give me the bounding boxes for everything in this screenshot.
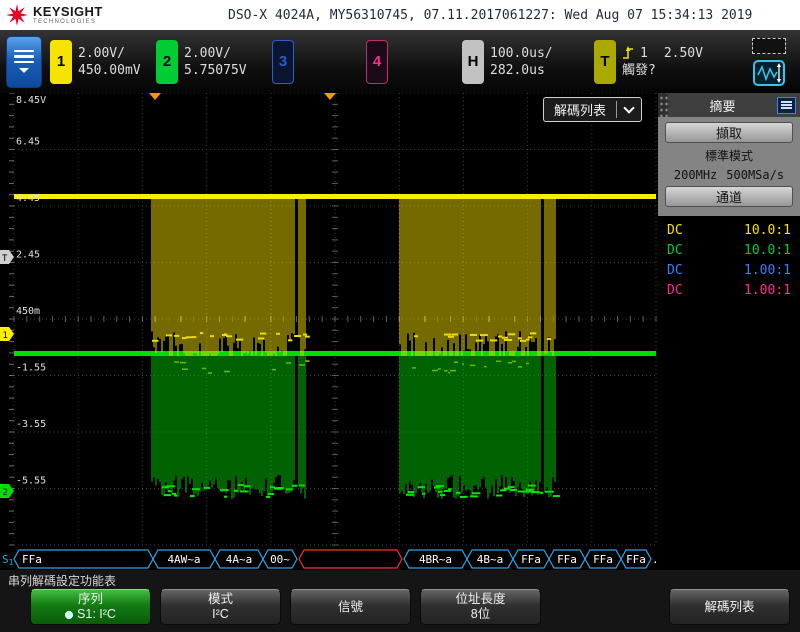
ch2-offset: 5.75075V [184,62,254,79]
axis-label: -5.55 [16,476,46,487]
wave-drag-tool-icon[interactable] [753,60,785,86]
decode-bus: FFa 4AW~a 4A~a 00~ 4BR~a 4B~a FFa FFa FFa FFa S1. [2,550,658,568]
axis-label: -1.55 [16,363,46,374]
brand-sub: TECHNOLOGIES [33,18,103,26]
svg-text:00~: 00~ [270,553,290,566]
serial-bus-label: S1 [2,553,14,567]
ch1-ground-marker: 1 [0,327,14,341]
waveform-display: 8.45V 6.45 4.45 2.45 450m -1.55 -3.55 -5.55 T 1 2 F… [0,93,658,570]
svg-text:FFa: FFa [626,553,646,566]
channel2-controls[interactable]: 2 2.00V/ 5.75075V [156,40,254,84]
sidebar-title: 摘要 [668,96,777,115]
waveform-plot[interactable]: 8.45V 6.45 4.45 2.45 450m -1.55 -3.55 -5.55 T 1 2 F… [0,93,658,570]
softkey-serial[interactable]: 序列 S1: I²C [30,589,151,625]
trigger-level-marker: T [0,250,14,264]
ch2-trace-baseline [14,351,656,356]
channel3-badge[interactable]: 3 [272,40,294,84]
trigger-slope-icon [622,46,634,60]
channel1-badge[interactable]: 1 [50,40,72,84]
svg-text:FFa: FFa [521,553,541,566]
trigger-status: 觸發? [622,62,703,79]
oscilloscope-screen: KEYSIGHT TECHNOLOGIES DSO-X 4024A, MY563… [0,0,800,632]
lister-icon[interactable] [777,97,796,114]
softkey-mode[interactable]: 模式 I²C [160,589,281,625]
channel4-badge[interactable]: 4 [366,40,388,84]
trigger-source: 1 [640,45,648,62]
menu-button[interactable] [6,36,42,88]
acquisition-mode: 標準模式 [665,147,793,164]
svg-text:FFa: FFa [557,553,577,566]
brand-name: KEYSIGHT [33,5,103,18]
horizontal-scale: 100.0us/ [490,45,560,62]
axis-label: 4.45 [16,193,40,204]
channel-summary-list: DC 10.0:1 DC 10.0:1 DC 1.00:1 DC 1.00:1 [658,216,800,570]
menu-title: 串列解碼設定功能表 [0,570,800,587]
sample-rate-value: 500MSa/s [726,168,784,182]
trigger-badge[interactable]: T [594,40,616,84]
touch-zone-icon[interactable] [752,38,786,54]
ch2-scale: 2.00V/ [184,45,254,62]
s1-radio-icon [65,611,73,619]
control-bar: 1 2.00V/ 450.00mV 2 2.00V/ 5.75075V 3 4 … [0,30,800,93]
graticule [9,93,656,545]
svg-text:4BR~a: 4BR~a [419,553,452,566]
axis-label: 8.45V [16,95,46,106]
ch2-ground-marker: 2 [0,484,14,498]
keysight-spark-icon [6,4,28,26]
horizontal-controls[interactable]: H 100.0us/ 282.0us [462,40,560,84]
trigger-level: 2.50V [664,45,703,62]
top-bar: KEYSIGHT TECHNOLOGIES DSO-X 4024A, MY563… [0,0,800,30]
svg-text:.: . [652,553,658,566]
bandwidth-value: 200MHz [674,168,717,182]
decode-list-button[interactable]: 解碼列表 [543,97,642,122]
drag-grip[interactable] [658,93,668,117]
axis-label: 2.45 [16,250,40,261]
channel4-summary-row: DC 1.00:1 [667,283,791,303]
trigger-controls[interactable]: T 1 2.50V 觸發? [594,40,703,84]
decode-list-label: 解碼列表 [554,100,606,119]
axis-label: 6.45 [16,137,40,148]
svg-text:4AW~a: 4AW~a [167,553,200,566]
menu-icon [14,50,34,53]
trigger-point-marker [324,93,336,100]
trigger-delay-marker [149,93,161,100]
softkey-menu: 串列解碼設定功能表 序列 S1: I²C 模式 I²C 信號 位址長度 8位 [0,570,800,632]
svg-text:FFa: FFa [593,553,613,566]
softkey-signals[interactable]: 信號 [290,589,411,625]
channel1-summary-row: DC 10.0:1 [667,223,791,243]
svg-text:FFa: FFa [22,553,42,566]
instrument-title: DSO-X 4024A, MY56310745, 07.11.201706122… [228,8,800,23]
channel2-summary-row: DC 10.0:1 [667,243,791,263]
svg-text:T: T [2,254,8,264]
horizontal-delay: 282.0us [490,62,560,79]
keysight-logo: KEYSIGHT TECHNOLOGIES [0,4,228,26]
axis-label: 450m [16,306,40,317]
decode-segment [299,550,402,568]
channel1-controls[interactable]: 1 2.00V/ 450.00mV [50,40,148,84]
horizontal-badge[interactable]: H [462,40,484,84]
channel3-summary-row: DC 1.00:1 [667,263,791,283]
chevron-down-icon [19,68,29,73]
axis-label: -3.55 [16,419,46,430]
ch1-offset: 450.00mV [78,62,148,79]
softkey-decode-list[interactable]: 解碼列表 [669,589,790,625]
channels-button[interactable]: 通道 [665,186,793,207]
svg-text:2: 2 [3,488,8,498]
summary-sidebar: 摘要 擷取 標準模式 200MHz 500MSa/s 通道 DC 10.0:1 … [658,93,800,570]
ch1-trace-baseline [14,194,656,199]
svg-text:4A~a: 4A~a [226,553,253,566]
softkey-address-size[interactable]: 位址長度 8位 [420,589,541,625]
acquire-button[interactable]: 擷取 [665,122,793,143]
ch1-scale: 2.00V/ [78,45,148,62]
sidebar-header: 摘要 [658,93,800,117]
chevron-down-icon [623,102,634,113]
svg-text:1: 1 [3,331,8,341]
channel2-badge[interactable]: 2 [156,40,178,84]
svg-text:4B~a: 4B~a [477,553,504,566]
axis-labels: 8.45V 6.45 4.45 2.45 450m -1.55 -3.55 -5.55 [16,95,46,487]
